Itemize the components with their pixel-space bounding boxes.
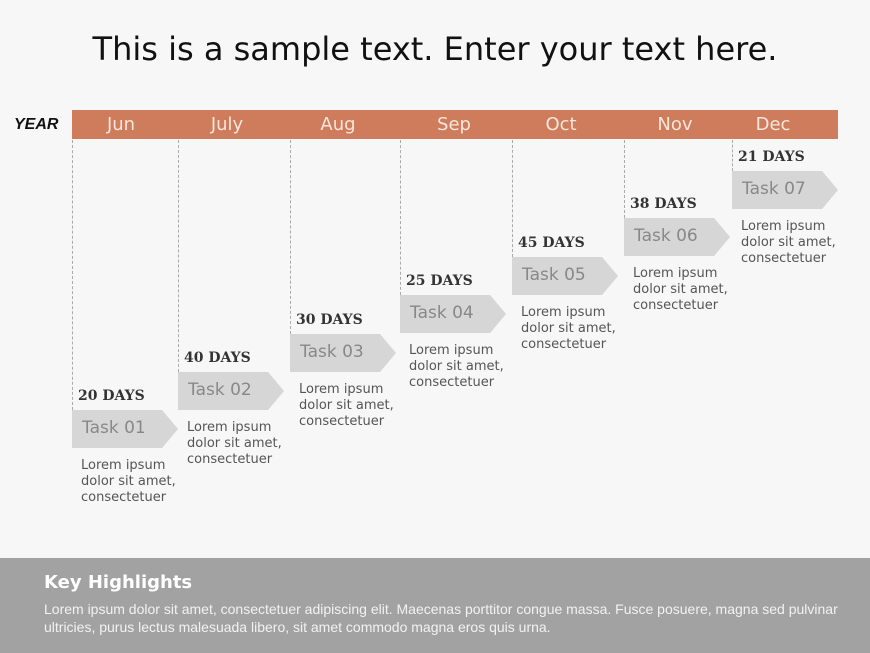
task-arrow: Task 04 (400, 295, 506, 333)
dashed-guide-line (512, 140, 513, 257)
dashed-guide-line (732, 140, 733, 171)
task-arrow: Task 02 (178, 372, 284, 410)
dashed-guide-line (72, 140, 73, 410)
task-description: Lorem ipsum dolor sit amet, consectetuer (81, 458, 176, 505)
task-duration: 40 DAYS (184, 350, 251, 366)
task-description: Lorem ipsum dolor sit amet, consectetuer (409, 343, 504, 390)
month-label: July (210, 114, 244, 135)
month-label: Sep (437, 114, 471, 135)
slide-title: This is a sample text. Enter your text h… (92, 30, 778, 68)
task-label: Task 02 (188, 380, 252, 400)
key-highlights-body: Lorem ipsum dolor sit amet, consectetuer… (44, 601, 838, 635)
key-highlights-panel: Key Highlights Lorem ipsum dolor sit ame… (0, 558, 870, 653)
task-arrow: Task 05 (512, 257, 618, 295)
month-label: Jun (106, 114, 136, 135)
task-label: Task 06 (634, 226, 698, 246)
task-description: Lorem ipsum dolor sit amet, consectetuer (299, 382, 394, 429)
task-arrow: Task 01 (72, 410, 178, 448)
month-label: Nov (657, 114, 693, 135)
task-duration: 45 DAYS (518, 235, 585, 251)
month-band: Jun July Aug Sep Oct Nov Dec (72, 110, 838, 139)
dashed-guide-line (624, 140, 625, 218)
dashed-guide-line (400, 140, 401, 295)
dashed-guide-line (178, 140, 179, 372)
key-highlights-heading: Key Highlights (44, 572, 193, 593)
task-duration: 25 DAYS (406, 273, 473, 289)
task-arrow: Task 07 (732, 171, 838, 209)
task-description: Lorem ipsum dolor sit amet, consectetuer (741, 219, 836, 266)
task-description: Lorem ipsum dolor sit amet, consectetuer (187, 420, 282, 467)
task-duration: 20 DAYS (78, 388, 145, 404)
task-description: Lorem ipsum dolor sit amet, consectetuer (521, 305, 616, 352)
task-arrow: Task 03 (290, 334, 396, 372)
task-label: Task 03 (300, 342, 364, 362)
task-label: Task 05 (522, 265, 586, 285)
task-label: Task 04 (410, 303, 474, 323)
task-duration: 38 DAYS (630, 196, 697, 212)
task-label: Task 07 (742, 179, 806, 199)
task-duration: 30 DAYS (296, 312, 363, 328)
task-description: Lorem ipsum dolor sit amet, consectetuer (633, 266, 728, 313)
month-label: Dec (755, 114, 791, 135)
month-label: Aug (320, 114, 356, 135)
task-label: Task 01 (82, 418, 146, 438)
dashed-guide-line (290, 140, 291, 334)
task-duration: 21 DAYS (738, 149, 805, 165)
year-label: YEAR (14, 116, 59, 133)
task-arrow: Task 06 (624, 218, 730, 256)
month-label: Oct (545, 114, 577, 135)
